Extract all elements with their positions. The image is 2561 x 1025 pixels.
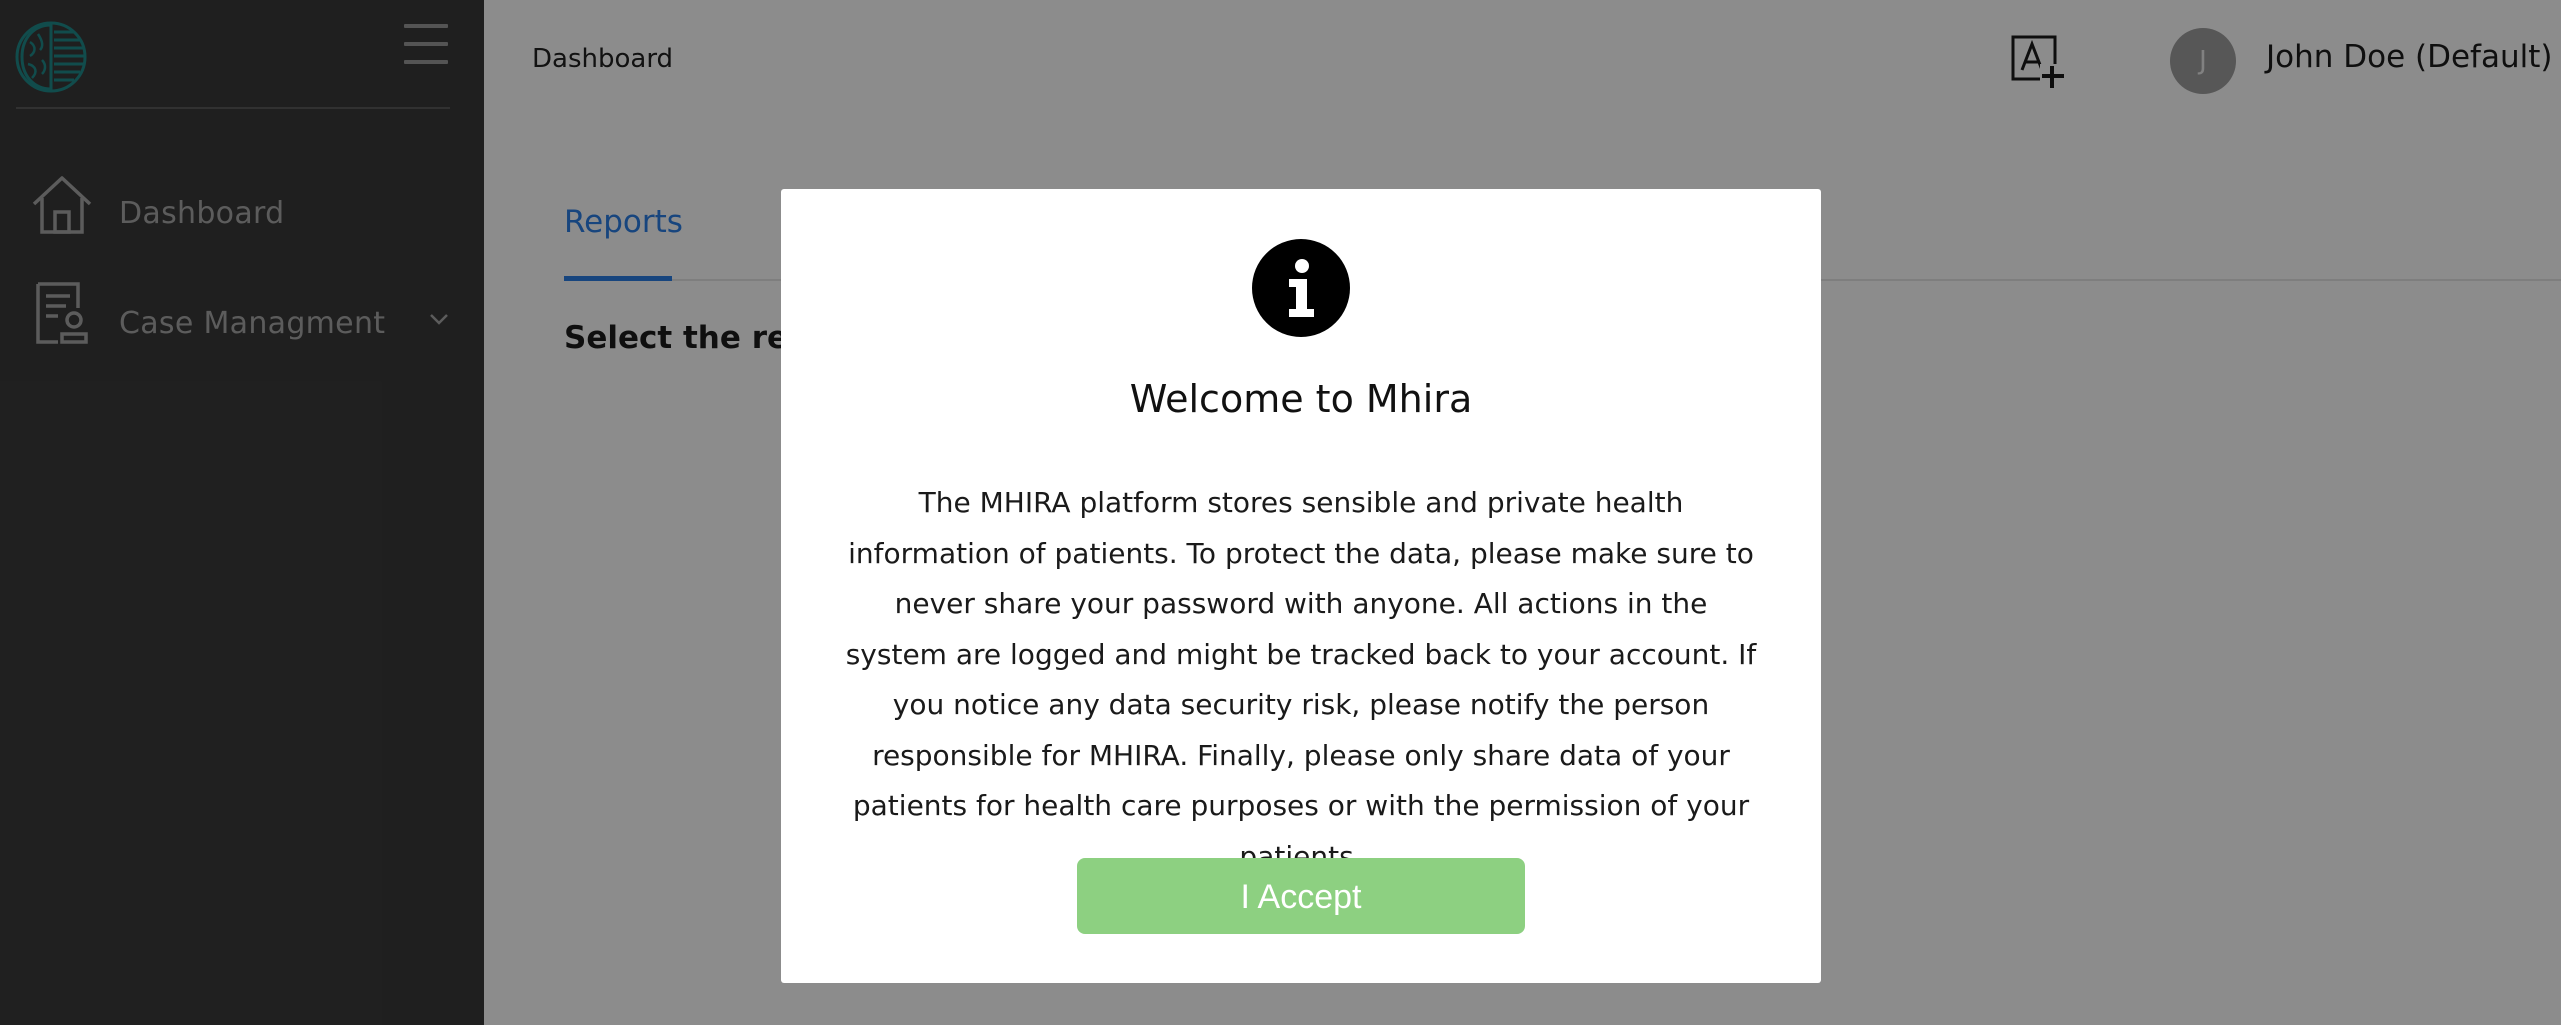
accept-button[interactable]: I Accept — [1077, 858, 1525, 934]
welcome-dialog: Welcome to Mhira The MHIRA platform stor… — [781, 189, 1821, 983]
app-root: Dashboard Case Managment Dashboard J Joh… — [0, 0, 2561, 1025]
dialog-title: Welcome to Mhira — [1129, 377, 1473, 421]
dialog-message: The MHIRA platform stores sensible and p… — [845, 486, 1757, 873]
info-icon — [1252, 239, 1350, 337]
